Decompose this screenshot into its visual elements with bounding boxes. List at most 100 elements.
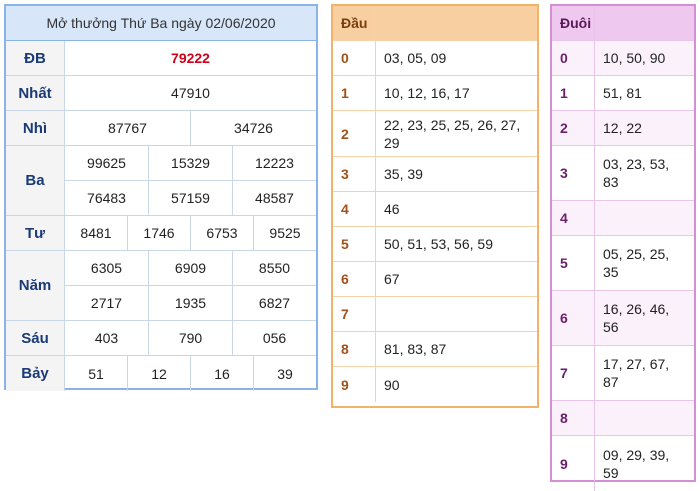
dau-numbers: 46	[384, 201, 400, 217]
duoi-row: 0 10, 50, 90	[552, 41, 694, 76]
prize-label: Nhất	[6, 76, 65, 110]
duoi-table: Đuôi 0 10, 50, 90 1 51, 81 2 12, 22 3 03, 23, 5…	[550, 4, 696, 491]
duoi-digit: 5	[552, 236, 595, 290]
duoi-digit: 9	[552, 436, 595, 491]
prize-number: 51	[65, 356, 128, 391]
prize-number: 39	[277, 365, 293, 382]
prize-line: 87767 34726	[65, 111, 316, 145]
duoi-numbers	[595, 401, 694, 435]
duoi-row: 1 51, 81	[552, 76, 694, 111]
prize-line: 99625 15329 12223	[65, 146, 316, 181]
prize-number: 056	[262, 330, 287, 346]
duoi-numbers: 51, 81	[603, 85, 642, 101]
dau-digit: 8	[333, 332, 376, 366]
dau-numbers: 90	[384, 376, 400, 393]
duoi-numbers: 03, 23, 53, 83	[603, 156, 670, 190]
prize-row: Năm 6305 6909 8550 2717 1935 6827	[6, 251, 316, 321]
duoi-header-row: Đuôi	[552, 6, 694, 41]
duoi-row: 8	[552, 401, 694, 436]
dau-row: 6 67	[333, 262, 537, 297]
prize-line: 6305 6909 8550	[65, 251, 316, 286]
duoi-numbers	[595, 201, 694, 235]
prize-number: 57159	[149, 181, 233, 215]
dau-numbers: 50, 51, 53, 56, 59	[384, 236, 493, 252]
duoi-numbers: 10, 50, 90	[603, 50, 666, 66]
prize-line: 47910	[65, 76, 316, 110]
prize-number: 2717	[65, 286, 149, 320]
prize-line: 76483 57159 48587	[65, 181, 316, 215]
dau-row: 9 90	[333, 367, 537, 402]
duoi-numbers: 16, 26, 46, 56	[603, 301, 670, 335]
dau-header-row: Đầu	[333, 6, 537, 41]
prize-number: 1746	[128, 216, 191, 250]
duoi-header-label: Đuôi	[552, 6, 595, 40]
prize-number: 12	[128, 356, 191, 391]
dau-numbers: 22, 23, 25, 25, 26, 27, 29	[384, 116, 521, 151]
prize-row: Tư 8481 1746 6753 9525	[6, 216, 316, 251]
prize-number: 76483	[65, 181, 149, 215]
prize-line: 51 12 16 39	[65, 356, 316, 391]
duoi-row: 3 03, 23, 53, 83	[552, 146, 694, 201]
duoi-row: 2 12, 22	[552, 111, 694, 146]
prize-number: 6305	[65, 251, 149, 285]
dau-row: 8 81, 83, 87	[333, 332, 537, 367]
dau-digit: 1	[333, 76, 376, 110]
prize-row: Nhì 87767 34726	[6, 111, 316, 146]
prize-values: 6305 6909 8550 2717 1935 6827	[65, 251, 316, 320]
prize-values: 47910	[65, 76, 316, 110]
prize-row: Bảy 51 12 16 39	[6, 356, 316, 391]
prize-label: Tư	[6, 216, 65, 250]
prize-number: 47910	[171, 85, 210, 101]
dau-table: Đầu 0 03, 05, 09 1 10, 12, 16, 17 2 22, 23, 2…	[331, 4, 539, 408]
dau-row: 0 03, 05, 09	[333, 41, 537, 76]
prize-number: 6909	[149, 251, 233, 285]
duoi-row: 7 17, 27, 67, 87	[552, 346, 694, 401]
prize-number: 9525	[269, 225, 301, 241]
dau-numbers: 35, 39	[384, 166, 423, 182]
prize-line: 79222	[65, 41, 316, 75]
duoi-numbers: 09, 29, 39, 59	[603, 446, 670, 481]
duoi-digit: 8	[552, 401, 595, 435]
prize-number: 16	[191, 356, 254, 391]
prize-line: 2717 1935 6827	[65, 286, 316, 320]
prize-number: 34726	[234, 120, 273, 136]
duoi-digit: 1	[552, 76, 595, 110]
special-prize-number: 79222	[171, 50, 210, 66]
duoi-row: 6 16, 26, 46, 56	[552, 291, 694, 346]
dau-numbers: 81, 83, 87	[384, 341, 447, 357]
dau-row: 4 46	[333, 192, 537, 227]
dau-row: 1 10, 12, 16, 17	[333, 76, 537, 111]
prize-number: 12223	[255, 155, 294, 171]
dau-digit: 4	[333, 192, 376, 226]
duoi-row: 5 05, 25, 25, 35	[552, 236, 694, 291]
prize-values: 8481 1746 6753 9525	[65, 216, 316, 250]
results-table: Mở thưởng Thứ Ba ngày 02/06/2020 ĐB 79222…	[4, 4, 318, 391]
dau-row: 5 50, 51, 53, 56, 59	[333, 227, 537, 262]
prize-number: 15329	[149, 146, 233, 180]
dau-digit: 6	[333, 262, 376, 296]
prize-number: 6753	[191, 216, 254, 250]
prize-number: 48587	[255, 190, 294, 206]
prize-number: 1935	[149, 286, 233, 320]
dau-row: 2 22, 23, 25, 25, 26, 27, 29	[333, 111, 537, 157]
duoi-numbers: 12, 22	[603, 120, 642, 136]
prize-values: 79222	[65, 41, 316, 75]
prize-values: 87767 34726	[65, 111, 316, 145]
duoi-digit: 7	[552, 346, 595, 400]
prize-number: 87767	[65, 111, 191, 145]
duoi-numbers: 05, 25, 25, 35	[603, 246, 670, 280]
results-title: Mở thưởng Thứ Ba ngày 02/06/2020	[6, 6, 316, 41]
prize-line: 8481 1746 6753 9525	[65, 216, 316, 250]
prize-label: Năm	[6, 251, 65, 320]
dau-digit: 9	[333, 367, 376, 402]
prize-line: 403 790 056	[65, 321, 316, 355]
dau-numbers: 10, 12, 16, 17	[384, 85, 470, 101]
prize-number: 8481	[65, 216, 128, 250]
dau-digit: 7	[333, 297, 376, 331]
duoi-numbers: 17, 27, 67, 87	[603, 356, 670, 390]
dau-numbers: 03, 05, 09	[384, 50, 447, 66]
prize-number: 403	[65, 321, 149, 355]
prize-number: 99625	[65, 146, 149, 180]
duoi-digit: 6	[552, 291, 595, 345]
dau-digit: 3	[333, 157, 376, 191]
